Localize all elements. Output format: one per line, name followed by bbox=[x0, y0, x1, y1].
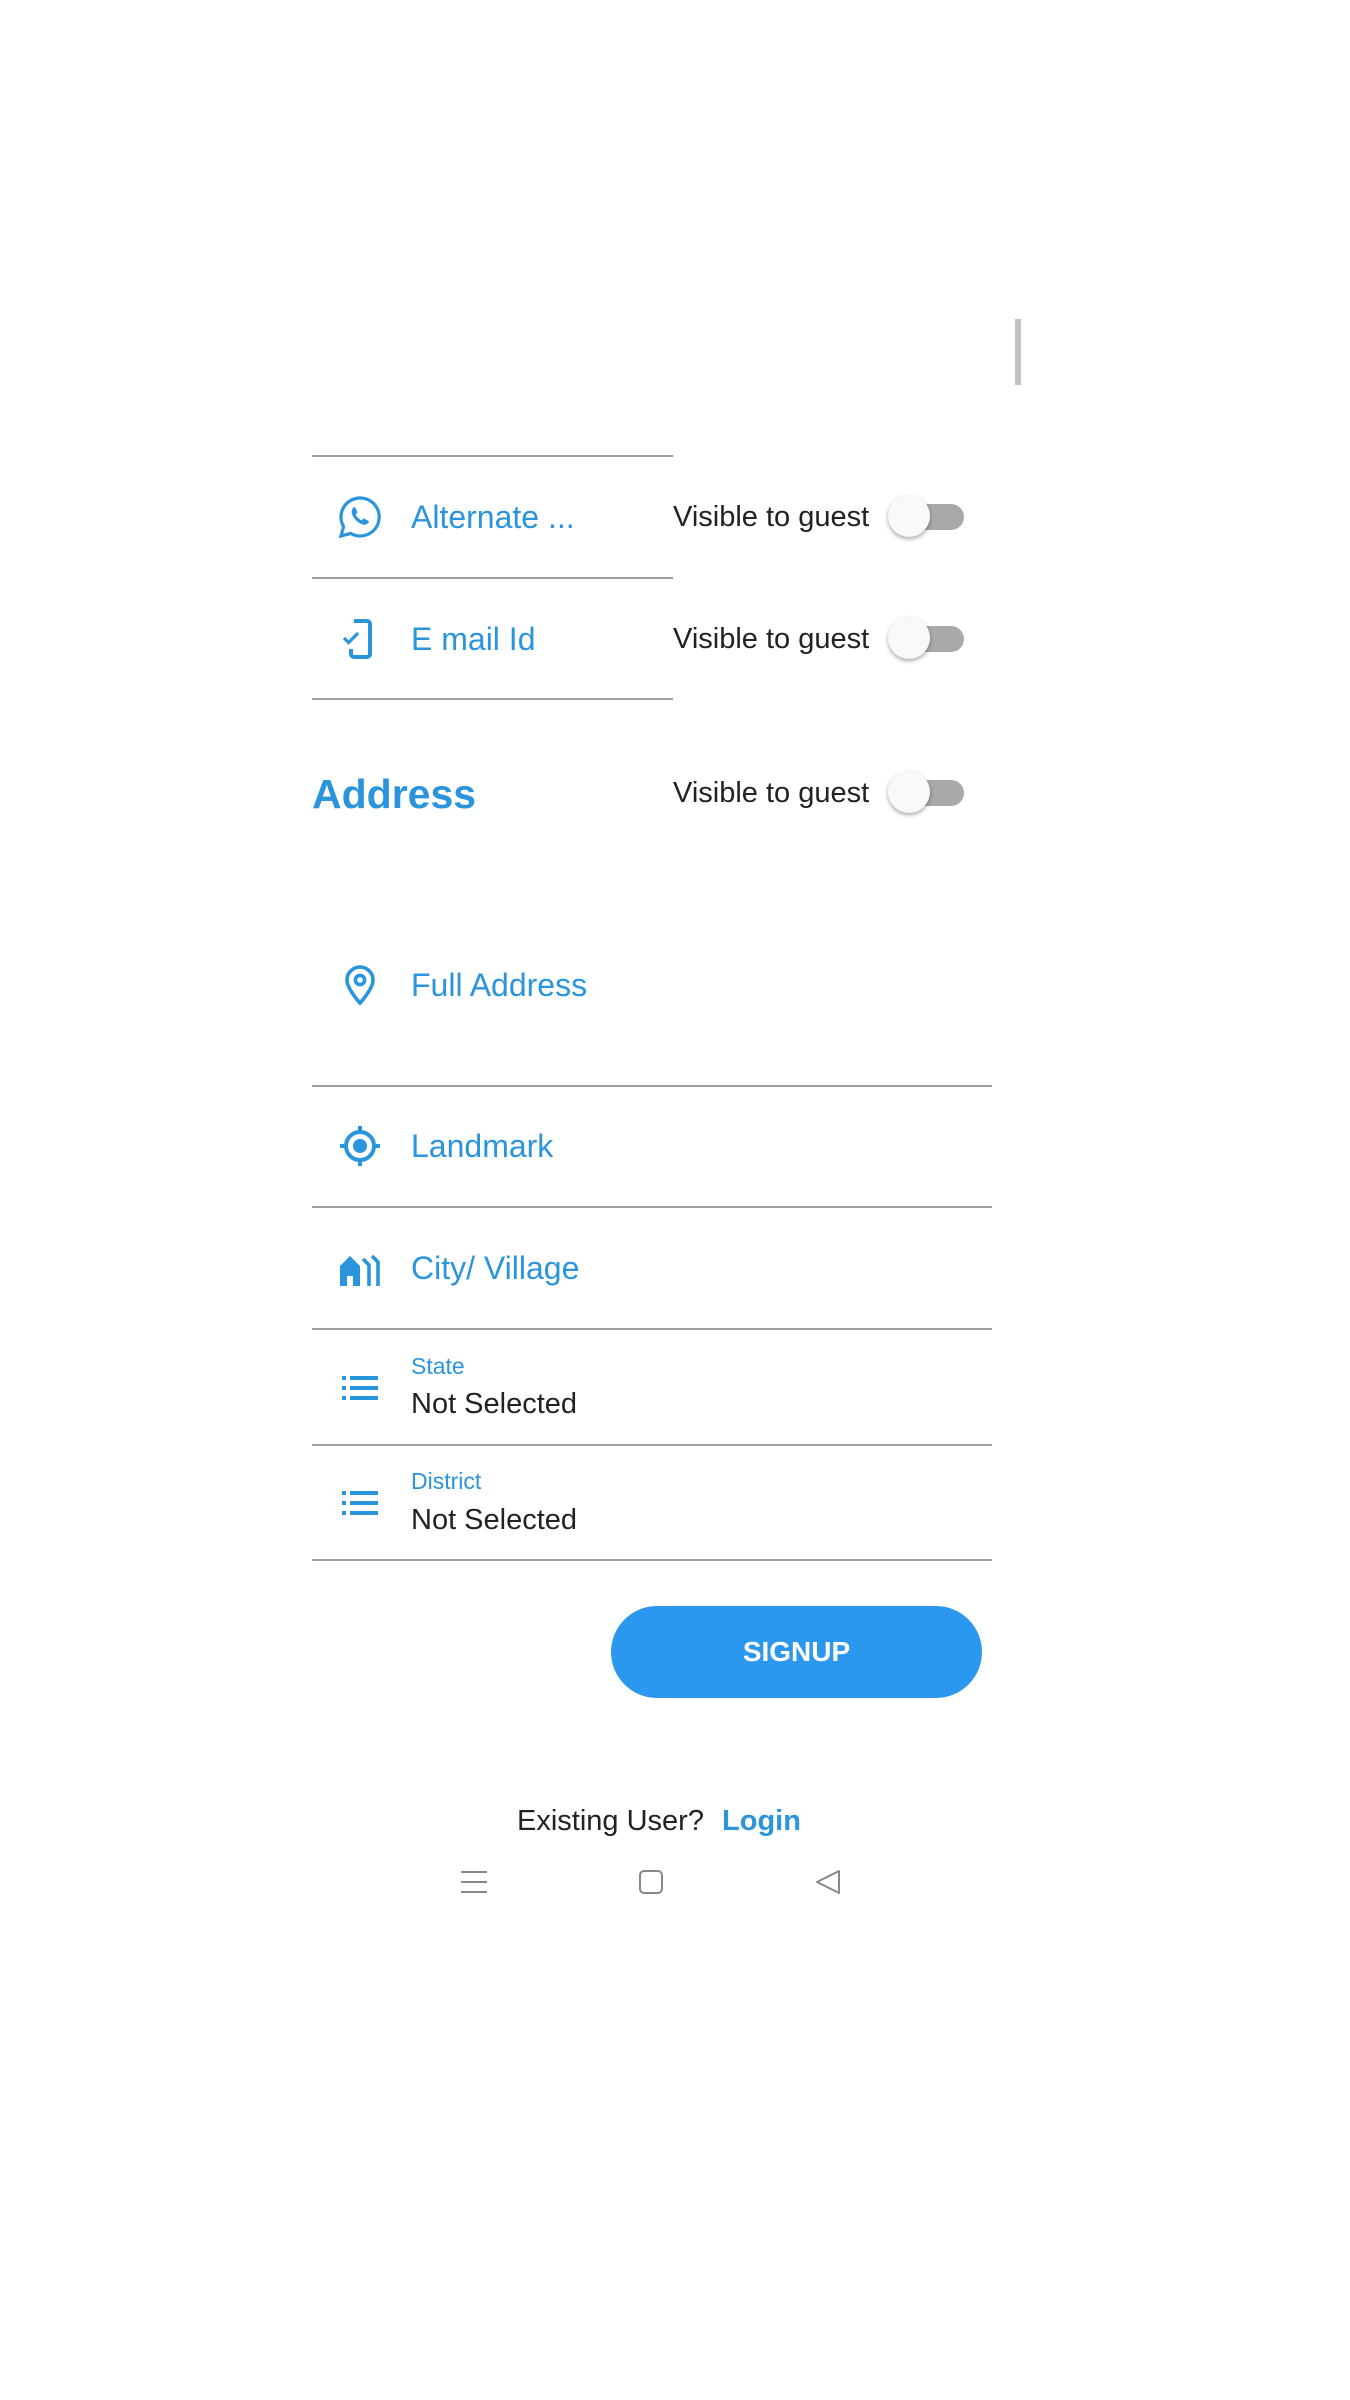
scrollbar[interactable] bbox=[1015, 319, 1021, 385]
divider bbox=[312, 1559, 992, 1561]
address-visibility-toggle[interactable] bbox=[888, 771, 968, 815]
address-visibility-label: Visible to guest bbox=[673, 777, 870, 809]
whatsapp-icon bbox=[338, 496, 381, 539]
list-icon bbox=[342, 1491, 378, 1515]
location-pin-icon bbox=[345, 965, 375, 1006]
divider bbox=[312, 1206, 992, 1208]
login-prompt: Existing User? Login bbox=[517, 1807, 801, 1836]
email-visibility-toggle[interactable] bbox=[888, 617, 968, 661]
existing-user-text: Existing User? bbox=[517, 1805, 704, 1837]
state-value: Not Selected bbox=[411, 1388, 578, 1420]
divider bbox=[312, 1444, 992, 1446]
signup-button[interactable]: SIGNUP bbox=[611, 1606, 982, 1698]
home-square-icon[interactable] bbox=[638, 1869, 664, 1895]
city-icon bbox=[340, 1254, 380, 1286]
divider bbox=[312, 1328, 992, 1330]
state-label: State bbox=[411, 1353, 465, 1379]
list-icon bbox=[342, 1376, 378, 1400]
divider bbox=[312, 577, 673, 579]
landmark-label: Landmark bbox=[411, 1128, 554, 1164]
login-link[interactable]: Login bbox=[722, 1805, 801, 1837]
menu-icon[interactable] bbox=[460, 1869, 488, 1895]
divider bbox=[312, 1085, 992, 1087]
city-village-label: City/ Village bbox=[411, 1250, 580, 1286]
email-label: E mail Id bbox=[411, 621, 536, 657]
phone-check-icon bbox=[342, 619, 372, 659]
signup-label: SIGNUP bbox=[742, 1636, 851, 1667]
divider bbox=[312, 455, 673, 457]
address-heading: Address bbox=[312, 771, 477, 817]
back-triangle-icon[interactable] bbox=[815, 1869, 841, 1895]
email-visibility-label: Visible to guest bbox=[673, 623, 870, 655]
alternate-visibility-toggle[interactable] bbox=[888, 495, 968, 539]
district-value: Not Selected bbox=[411, 1504, 578, 1536]
alternate-number-label: Alternate ... bbox=[411, 499, 575, 535]
divider bbox=[312, 698, 673, 700]
full-address-label: Full Address bbox=[411, 967, 588, 1003]
alternate-visibility-label: Visible to guest bbox=[673, 501, 870, 533]
gps-target-icon bbox=[340, 1126, 380, 1166]
district-label: District bbox=[411, 1468, 482, 1494]
